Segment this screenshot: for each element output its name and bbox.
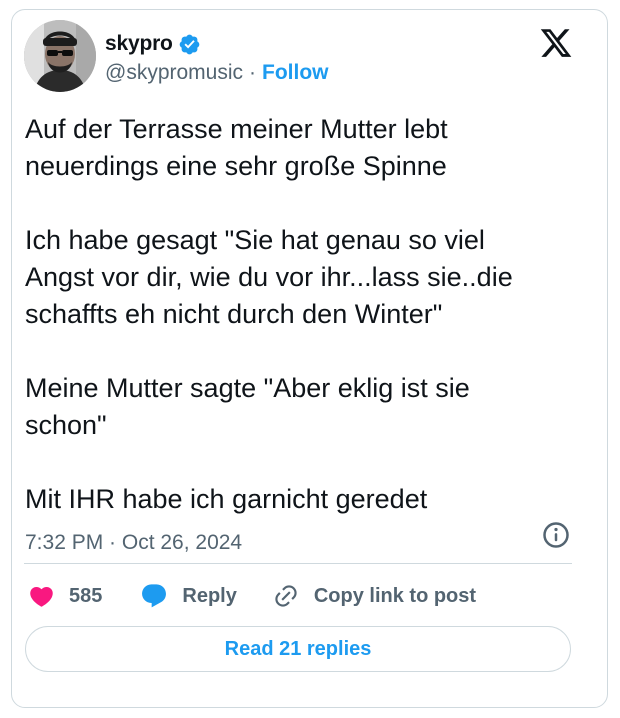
copy-link-button[interactable]: Copy link to post: [273, 583, 476, 609]
author-name-row[interactable]: skypro: [105, 30, 201, 58]
follow-button[interactable]: Follow: [262, 61, 329, 85]
copy-link-label: Copy link to post: [313, 584, 477, 607]
link-icon: [275, 585, 297, 607]
tweet-timestamp[interactable]: 7:32 PM · Oct 26, 2024: [25, 531, 242, 555]
tweet-text: Auf der Terrasse meiner Mutter lebt neue…: [25, 111, 580, 518]
tweet-paragraph: Auf der Terrasse meiner Mutter lebt neue…: [25, 114, 448, 181]
tweet-paragraph: Mit IHR habe ich garnicht geredet: [25, 484, 428, 514]
display-name[interactable]: skypro: [105, 32, 173, 56]
like-button[interactable]: 585: [28, 583, 102, 610]
read-replies-label: Read 21 replies: [224, 637, 372, 660]
heart-icon: [30, 586, 53, 607]
tweet-timestamp-row: 7:32 PM · Oct 26, 2024: [25, 529, 242, 557]
info-icon[interactable]: [541, 520, 571, 550]
divider: [24, 563, 572, 564]
action-bar: 585 Reply Copy link to post: [28, 578, 476, 614]
read-replies-button[interactable]: Read 21 replies: [25, 626, 571, 672]
reply-button[interactable]: Reply: [140, 582, 237, 610]
like-count: 585: [69, 584, 103, 607]
author-handle[interactable]: @skypromusic: [105, 61, 243, 85]
reply-label: Reply: [182, 584, 237, 607]
tweet-paragraph: Meine Mutter sagte "Aber eklig ist sie s…: [25, 373, 470, 440]
separator-dot: ·: [249, 61, 257, 84]
handle-row: @skypromusic · Follow: [105, 60, 329, 86]
verified-badge-icon: [179, 34, 199, 54]
tweet-paragraph: Ich habe gesagt "Sie hat genau so viel A…: [25, 225, 513, 329]
x-logo-icon[interactable]: [538, 26, 574, 60]
speech-bubble-icon: [142, 584, 167, 608]
avatar[interactable]: [24, 20, 96, 92]
